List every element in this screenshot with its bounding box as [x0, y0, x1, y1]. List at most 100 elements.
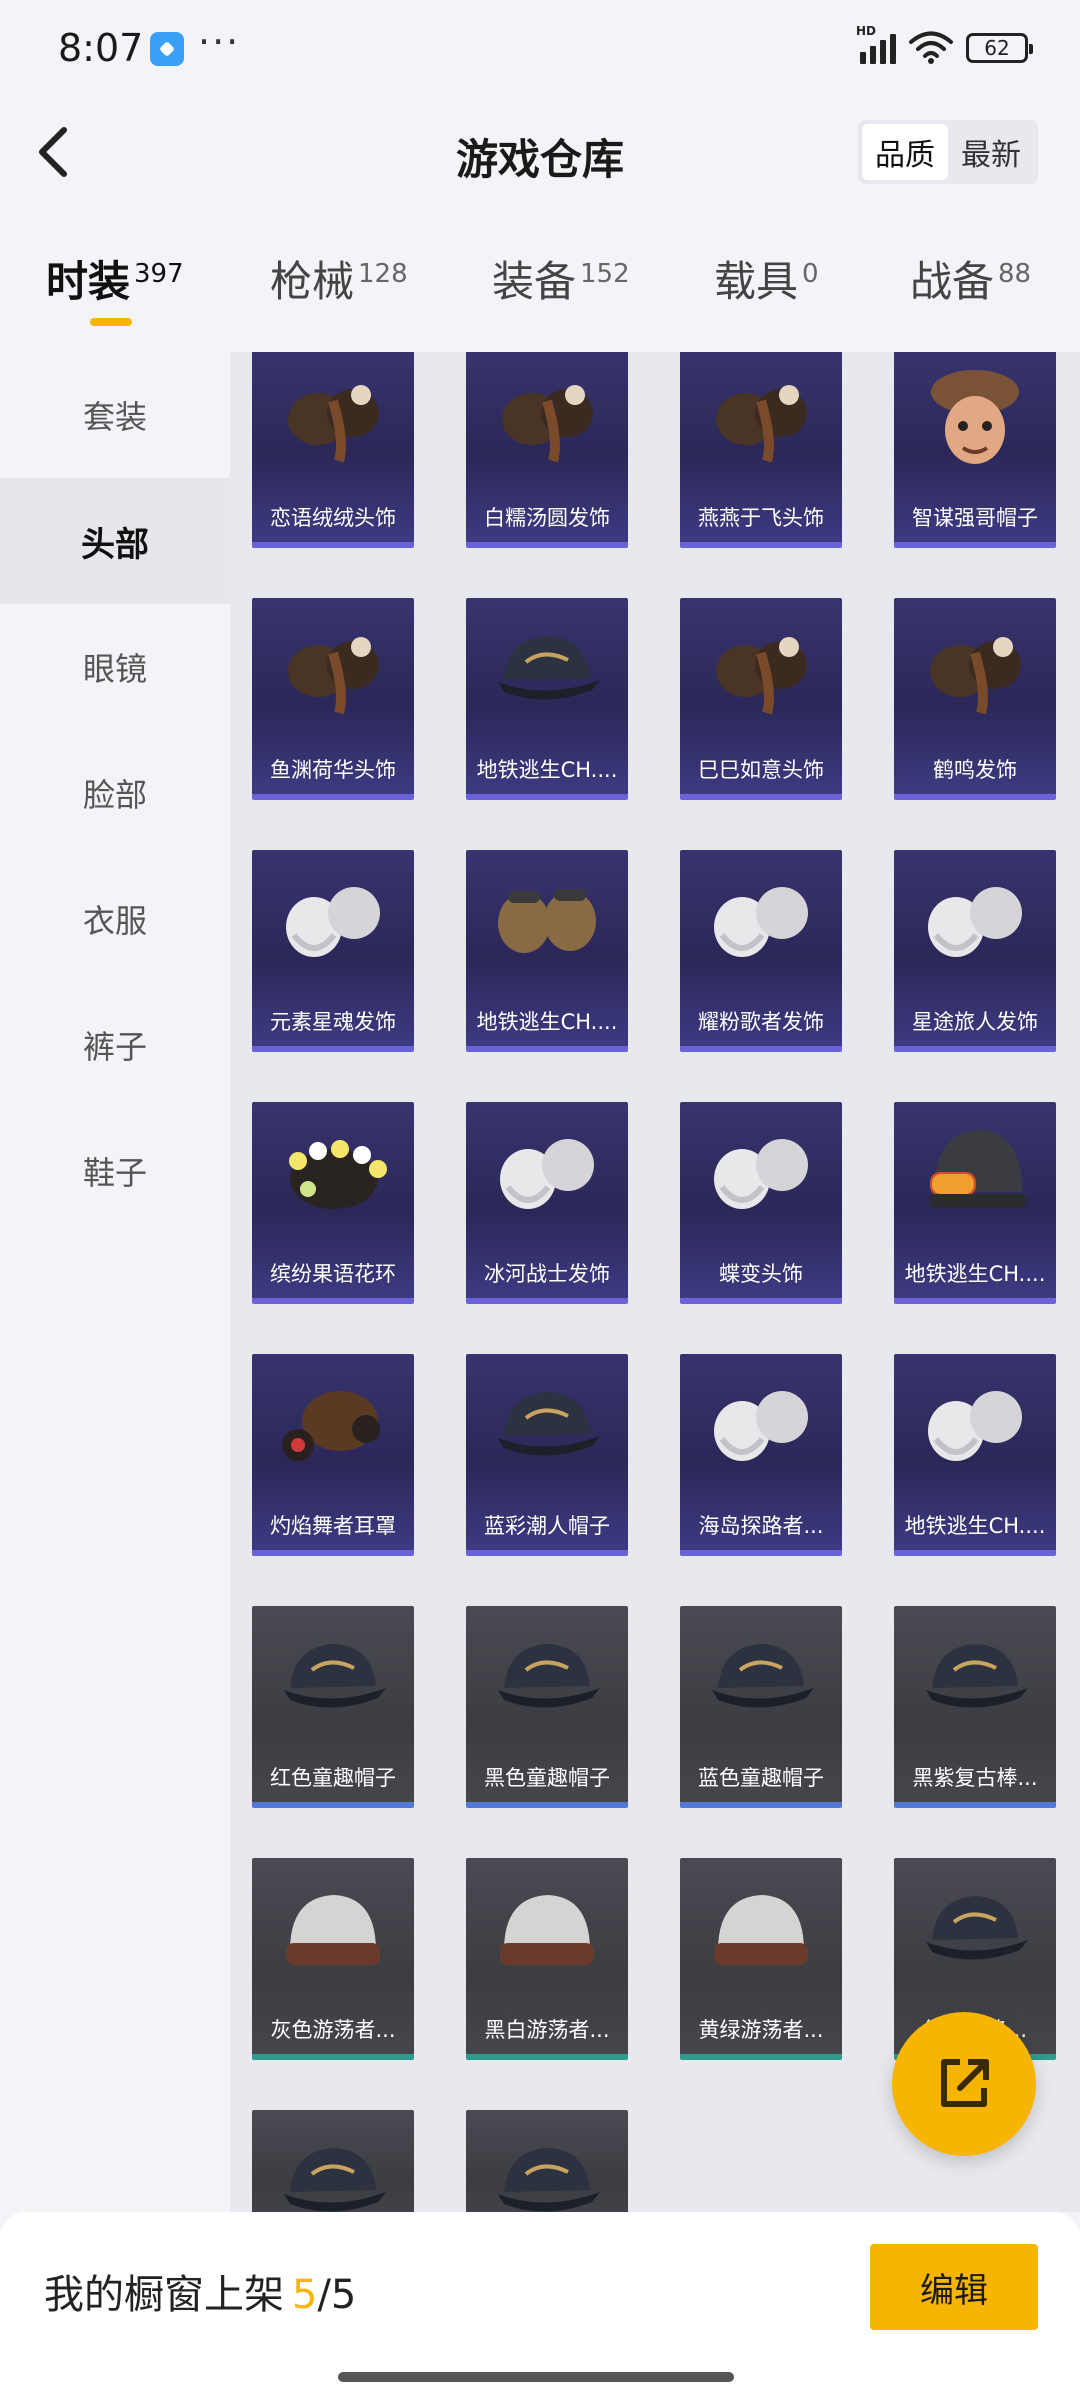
- character-hat-icon: [894, 352, 1056, 486]
- item-card[interactable]: 蓝彩潮人帽子: [466, 1354, 628, 1556]
- share-external-icon: [941, 2059, 989, 2107]
- tab-equipment[interactable]: 装备 152: [492, 248, 630, 308]
- app-notification-icon: [150, 32, 184, 66]
- item-name: 灼焰舞者耳罩: [270, 1514, 396, 1538]
- tab-fashion[interactable]: 时装 397: [46, 248, 184, 326]
- item-card[interactable]: 地铁逃生CH....: [466, 598, 628, 800]
- item-card[interactable]: 地铁逃生CH....: [894, 1354, 1056, 1556]
- tab-label: 战备: [910, 257, 995, 306]
- item-name: 缤纷果语花环: [270, 1262, 396, 1286]
- tab-count: 128: [358, 259, 408, 289]
- item-card[interactable]: 灰色游荡者...: [252, 1858, 414, 2060]
- edit-button[interactable]: 编辑: [870, 2244, 1038, 2330]
- item-name: 黑色童趣帽子: [484, 1766, 610, 1790]
- cap-icon: [466, 1354, 628, 1494]
- beanie-goggles-icon: [894, 1102, 1056, 1242]
- tab-weapons[interactable]: 枪械 128: [270, 248, 408, 308]
- tab-count: 152: [580, 259, 630, 289]
- item-card[interactable]: 元素星魂发饰: [252, 850, 414, 1052]
- item-card[interactable]: 缤纷果语花环: [252, 1102, 414, 1304]
- item-card[interactable]: 黑紫复古棒...: [894, 1606, 1056, 1808]
- item-name: 黑白游荡者...: [484, 2018, 610, 2042]
- cap-icon: [466, 598, 628, 738]
- item-name: 白糯汤圆发饰: [484, 506, 610, 530]
- beanie-icon: [252, 1858, 414, 1998]
- beanie-icon: [680, 1858, 842, 1998]
- item-card[interactable]: 蓝色童趣帽子: [680, 1606, 842, 1808]
- item-grid-area: 恋语绒绒头饰 白糯汤圆发饰 燕燕于飞头饰 智谋强哥帽子 鱼渊荷华头饰 地铁逃生CH....…: [230, 352, 1080, 2212]
- tab-supplies[interactable]: 战备 88: [910, 248, 1031, 308]
- item-card[interactable]: 黑白游荡者...: [466, 1858, 628, 2060]
- tab-label: 枪械: [270, 257, 355, 306]
- cap-icon: [252, 2110, 414, 2212]
- item-card[interactable]: 白糯汤圆发饰: [466, 352, 628, 548]
- battery-icon: 62: [966, 33, 1033, 63]
- showcase-total: /5: [317, 2272, 357, 2318]
- item-card[interactable]: 蝶变头饰: [680, 1102, 842, 1304]
- item-card[interactable]: 鹤鸣发饰: [894, 598, 1056, 800]
- item-name: 燕燕于飞头饰: [698, 506, 824, 530]
- item-card[interactable]: 鱼渊荷华头饰: [252, 598, 414, 800]
- header: 游戏仓库 品质 最新: [0, 100, 1080, 210]
- item-name: 星途旅人发饰: [912, 1010, 1038, 1034]
- network-type-label: HD: [856, 24, 877, 38]
- item-name: 地铁逃生CH....: [476, 1010, 618, 1034]
- sort-by-newest-button[interactable]: 最新: [948, 124, 1034, 180]
- item-card[interactable]: 灼焰舞者耳罩: [252, 1354, 414, 1556]
- item-card[interactable]: 地铁逃生CH....: [466, 850, 628, 1052]
- tab-label: 装备: [492, 257, 577, 306]
- item-card[interactable]: [466, 2110, 628, 2212]
- wig-icon: [680, 850, 842, 990]
- item-name: 智谋强哥帽子: [912, 506, 1038, 530]
- item-card[interactable]: 冰河战士发饰: [466, 1102, 628, 1304]
- item-name: 灰色游荡者...: [270, 2018, 396, 2042]
- battery-level: 62: [984, 36, 1010, 60]
- cap-icon: [252, 1606, 414, 1746]
- tab-count: 88: [998, 259, 1032, 289]
- hair-accessory-icon: [680, 598, 842, 738]
- item-name: 地铁逃生CH....: [904, 1262, 1046, 1286]
- sidebar-item-pants[interactable]: 裤子: [0, 982, 230, 1108]
- item-card[interactable]: 恋语绒绒头饰: [252, 352, 414, 548]
- item-name: 元素星魂发饰: [270, 1010, 396, 1034]
- item-name: 地铁逃生CH....: [476, 758, 618, 782]
- item-card[interactable]: 海岛探路者...: [680, 1354, 842, 1556]
- category-tabs: 时装 397 枪械 128 装备 152 载具 0 战备 88: [0, 248, 1080, 338]
- beanie-icon: [466, 1858, 628, 1998]
- item-name: 冰河战士发饰: [484, 1262, 610, 1286]
- item-card[interactable]: 红色童趣帽子: [252, 1606, 414, 1808]
- hair-accessory-icon: [252, 598, 414, 738]
- sort-by-quality-button[interactable]: 品质: [862, 124, 948, 180]
- item-card[interactable]: 黄绿游荡者...: [680, 1858, 842, 2060]
- tab-count: 0: [802, 259, 819, 289]
- flower-crown-icon: [252, 1102, 414, 1242]
- item-card[interactable]: 地铁逃生CH....: [894, 1102, 1056, 1304]
- showcase-status: 我的橱窗上架 5 /5: [44, 2262, 356, 2320]
- sidebar-item-clothes[interactable]: 衣服: [0, 856, 230, 982]
- hair-accessory-icon: [252, 352, 414, 486]
- wig-icon: [466, 1102, 628, 1242]
- item-card[interactable]: 星途旅人发饰: [894, 850, 1056, 1052]
- sidebar-item-outfits[interactable]: 套装: [0, 352, 230, 478]
- sidebar-item-head[interactable]: 头部: [0, 478, 230, 604]
- cap-icon: [680, 1606, 842, 1746]
- sidebar-item-glasses[interactable]: 眼镜: [0, 604, 230, 730]
- item-card[interactable]: 燕燕于飞头饰: [680, 352, 842, 548]
- item-card[interactable]: 耀粉歌者发饰: [680, 850, 842, 1052]
- item-card[interactable]: 巳巳如意头饰: [680, 598, 842, 800]
- sidebar: 套装 头部 眼镜 脸部 衣服 裤子 鞋子: [0, 352, 230, 2212]
- item-card[interactable]: 智谋强哥帽子: [894, 352, 1056, 548]
- item-card[interactable]: [252, 2110, 414, 2212]
- wig-icon: [252, 850, 414, 990]
- item-name: 恋语绒绒头饰: [270, 506, 396, 530]
- sidebar-item-face[interactable]: 脸部: [0, 730, 230, 856]
- item-name: 蓝色童趣帽子: [698, 1766, 824, 1790]
- share-button[interactable]: [892, 2012, 1036, 2156]
- tab-vehicles[interactable]: 载具 0: [714, 248, 819, 308]
- item-name: 鱼渊荷华头饰: [270, 758, 396, 782]
- item-card[interactable]: 黑色童趣帽子: [466, 1606, 628, 1808]
- wifi-icon: [908, 31, 954, 65]
- item-name: 蝶变头饰: [719, 1262, 803, 1286]
- cap-icon: [894, 1606, 1056, 1746]
- sidebar-item-shoes[interactable]: 鞋子: [0, 1108, 230, 1234]
